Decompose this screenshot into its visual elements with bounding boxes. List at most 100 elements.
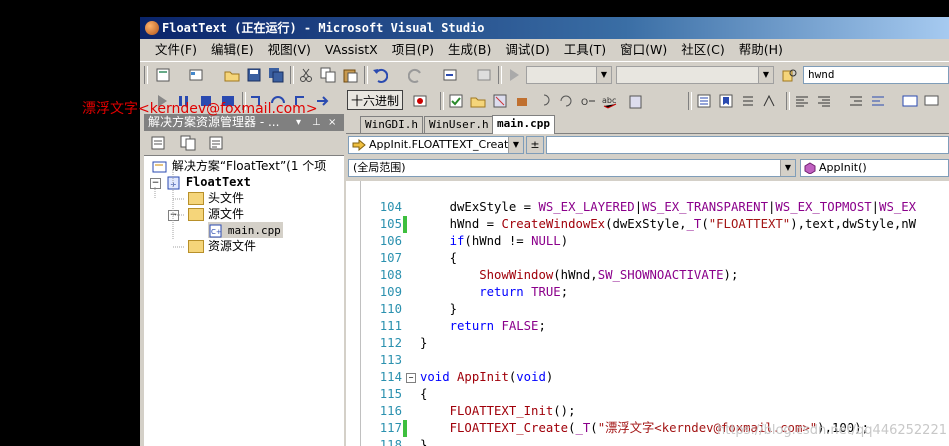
redo-icon[interactable]: [408, 67, 424, 83]
code-line[interactable]: 108 ShowWindow(hWnd,SW_SHOWNOACTIVATE);: [346, 267, 949, 284]
find-references-icon[interactable]: O: [580, 93, 596, 109]
comment-icon[interactable]: [924, 93, 940, 109]
menu-edit[interactable]: 编辑(E): [204, 39, 261, 61]
line-number: 112: [379, 336, 402, 350]
code-token: ();: [553, 404, 576, 418]
show-all-files-icon[interactable]: [180, 135, 196, 151]
navigate-backward-icon[interactable]: [442, 67, 458, 83]
tab-winuser-h[interactable]: WinUser.h: [424, 116, 494, 133]
floating-text-overlay: 漂浮文字<kerndev@foxmail.com>: [82, 101, 318, 117]
goto-icon[interactable]: [558, 93, 574, 109]
change-marker: [403, 420, 407, 437]
member-dropdown[interactable]: AppInit(): [800, 159, 949, 177]
outdent-icon[interactable]: [848, 93, 864, 109]
navigate-forward-icon[interactable]: [476, 67, 492, 83]
menu-file[interactable]: 文件(F): [148, 39, 204, 61]
paste-icon[interactable]: [342, 67, 358, 83]
cut-icon[interactable]: [298, 67, 314, 83]
code-line[interactable]: 112}: [346, 335, 949, 352]
add-item-icon[interactable]: [188, 67, 204, 83]
tab-main-cpp[interactable]: main.cpp: [492, 115, 555, 134]
save-icon[interactable]: [246, 67, 262, 83]
solution-configurations-dropdown[interactable]: ▼: [526, 66, 612, 84]
indent-icon[interactable]: [870, 93, 886, 109]
properties-icon[interactable]: [150, 135, 166, 151]
menu-community[interactable]: 社区(C): [674, 39, 731, 61]
hexadecimal-display-button[interactable]: 十六进制: [347, 90, 403, 110]
code-line[interactable]: 111 return FALSE;: [346, 318, 949, 335]
line-number: 111: [379, 319, 402, 333]
menu-debug[interactable]: 调试(D): [498, 39, 556, 61]
function-dropdown[interactable]: AppInit.FLOATTEXT_Create ▼: [348, 136, 524, 154]
code-text: }: [420, 437, 427, 446]
checkbox-list-icon[interactable]: [448, 93, 464, 109]
svg-text:abc: abc: [602, 96, 616, 105]
start-debugging-icon[interactable]: [506, 67, 522, 83]
window-list-icon[interactable]: [696, 93, 712, 109]
paste-snippet-icon[interactable]: [628, 93, 644, 109]
menu-project[interactable]: 项目(P): [385, 39, 441, 61]
code-line[interactable]: 115 {: [346, 386, 949, 403]
code-line[interactable]: 105 hWnd = CreateWindowEx(dwExStyle,_T("…: [346, 216, 949, 233]
find-in-files-icon[interactable]: [782, 67, 798, 83]
refresh-icon[interactable]: [208, 135, 224, 151]
undo-icon[interactable]: [372, 67, 388, 83]
window-icon[interactable]: [902, 93, 918, 109]
line-number: 118: [379, 438, 402, 446]
code-editor[interactable]: 104 dwExStyle = WS_EX_LAYERED|WS_EX_TRAN…: [346, 181, 949, 446]
find-input[interactable]: hwnd: [803, 66, 949, 84]
menu-window[interactable]: 窗口(W): [613, 39, 674, 61]
svg-text:C+: C+: [211, 228, 222, 236]
solution-platforms-dropdown[interactable]: ▼: [616, 66, 774, 84]
code-line[interactable]: 107 {: [346, 250, 949, 267]
code-text: hWnd = CreateWindowEx(dwExStyle,_T("FLOA…: [420, 216, 916, 233]
translate-icon[interactable]: [762, 93, 778, 109]
code-token: WS_EX_LAYERED: [538, 200, 635, 214]
split-button[interactable]: ±: [526, 136, 544, 154]
arrow-right-icon: [352, 139, 366, 151]
code-line[interactable]: 113: [346, 352, 949, 369]
symbol-icon[interactable]: [514, 93, 530, 109]
menu-help[interactable]: 帮助(H): [732, 39, 790, 61]
open-file-icon[interactable]: [224, 67, 240, 83]
open-folder-icon[interactable]: [470, 93, 486, 109]
copy-icon[interactable]: [320, 67, 336, 83]
refactor-icon[interactable]: [492, 93, 508, 109]
find-symbol-icon[interactable]: [536, 93, 552, 109]
code-line[interactable]: 114− void AppInit(void): [346, 369, 949, 386]
code-token: }: [420, 336, 428, 350]
code-line[interactable]: 104 dwExStyle = WS_EX_LAYERED|WS_EX_TRAN…: [346, 199, 949, 216]
close-icon[interactable]: ×: [328, 114, 336, 131]
code-line[interactable]: 110 }: [346, 301, 949, 318]
spell-check-icon[interactable]: abc: [602, 93, 618, 109]
tree-item-resource-files[interactable]: 资源文件: [188, 238, 256, 254]
save-all-icon[interactable]: [268, 67, 284, 83]
search-combo[interactable]: [546, 136, 949, 154]
tree-item-main-cpp[interactable]: C+ main.cpp: [208, 222, 283, 238]
align-right-icon[interactable]: [816, 93, 832, 109]
method-icon: [804, 162, 816, 174]
member-dropdown-value: AppInit(): [819, 161, 867, 174]
format-icon[interactable]: [740, 93, 756, 109]
breakpoints-window-icon[interactable]: [412, 93, 428, 109]
new-project-icon[interactable]: [155, 67, 171, 83]
folder-open-icon: [188, 208, 204, 221]
code-line[interactable]: 116 FLOATTEXT_Init();: [346, 403, 949, 420]
menu-build[interactable]: 生成(B): [441, 39, 498, 61]
menu-tools[interactable]: 工具(T): [557, 39, 613, 61]
align-left-icon[interactable]: [794, 93, 810, 109]
menu-vassistx[interactable]: VAssistX: [318, 39, 385, 61]
tab-wingdi-h[interactable]: WinGDI.h: [360, 116, 423, 133]
collapse-icon[interactable]: −: [406, 373, 416, 383]
code-line[interactable]: 109 return TRUE;: [346, 284, 949, 301]
code-line[interactable]: 106 if(hWnd != NULL): [346, 233, 949, 250]
tree-item-source-files[interactable]: 源文件: [188, 206, 244, 222]
menu-view[interactable]: 视图(V): [261, 39, 318, 61]
tree-item-header-files[interactable]: 头文件: [188, 190, 244, 206]
line-number: 117: [379, 421, 402, 435]
scope-dropdown[interactable]: (全局范围) ▼: [348, 159, 796, 177]
bookmark-icon[interactable]: [718, 93, 734, 109]
code-token: FALSE: [501, 319, 539, 333]
toolbar-grip: [144, 66, 148, 84]
code-line[interactable]: 118}: [346, 437, 949, 446]
